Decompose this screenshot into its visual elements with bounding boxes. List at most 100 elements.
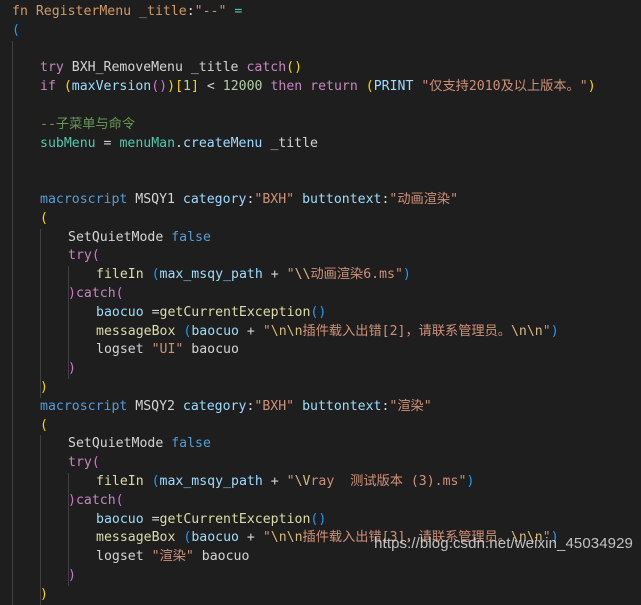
code-token: baocuo — [191, 530, 239, 546]
code-token: RegisterMenu — [35, 4, 132, 19]
code-token: ) — [318, 511, 327, 527]
code-token: ( — [365, 79, 374, 95]
code-line[interactable]: --子菜单与命令 — [0, 115, 641, 135]
code-token: < — [206, 79, 215, 95]
indent-guide — [12, 40, 13, 60]
indent-guide — [40, 341, 41, 361]
code-token: " — [286, 473, 295, 489]
code-token: _title — [139, 4, 187, 19]
code-editor-pane[interactable]: fn RegisterMenu _title:"--" =(try BXH_Re… — [0, 0, 641, 605]
code-line-text: ) — [12, 586, 48, 605]
code-token: catch — [246, 60, 287, 76]
code-token: \V — [294, 473, 311, 489]
code-token: = — [234, 4, 243, 19]
code-line-text: ) — [12, 360, 76, 379]
code-line[interactable]: ) — [0, 378, 641, 398]
code-line[interactable] — [0, 40, 641, 60]
code-line[interactable]: macroscript MSQY2 category:"BXH" buttont… — [0, 397, 641, 417]
code-line[interactable]: ( — [0, 416, 641, 436]
code-token: 12000 — [222, 79, 263, 95]
code-line[interactable]: try( — [0, 454, 641, 473]
code-line[interactable]: )catch( — [0, 284, 641, 304]
indent-guide — [40, 472, 41, 492]
code-line[interactable] — [0, 153, 641, 173]
code-line[interactable]: SetQuietMode false — [0, 228, 641, 248]
code-line[interactable]: ) — [0, 566, 641, 586]
code-line[interactable]: fileIn (max_msqy_path + "\\动画渲染6.ms") — [0, 266, 641, 285]
code-token: "BXH" — [254, 398, 295, 414]
code-line-text: ( — [12, 22, 20, 41]
code-line[interactable]: macroscript MSQY1 category:"BXH" buttont… — [0, 190, 641, 210]
code-token: ( — [12, 22, 20, 38]
code-token: ) — [402, 267, 411, 283]
code-token: ( — [151, 473, 160, 489]
code-line-text: --子菜单与命令 — [12, 116, 135, 135]
code-line[interactable]: ( — [0, 209, 641, 229]
code-line[interactable]: try( — [0, 247, 641, 267]
indent-guide — [12, 172, 13, 191]
code-token: ( — [151, 79, 160, 95]
code-line[interactable]: logset "UI" baocuo — [0, 341, 641, 361]
code-line[interactable] — [0, 96, 641, 116]
code-token: \n\n — [510, 323, 543, 339]
code-line[interactable]: fileIn (max_msqy_path + "\Vray 测试版本 (3).… — [0, 472, 641, 492]
indent-guide — [40, 435, 41, 455]
code-line-text: macroscript MSQY1 category:"BXH" buttont… — [12, 191, 458, 210]
code-line[interactable]: )catch( — [0, 491, 641, 511]
indent-guide — [12, 397, 13, 417]
code-line[interactable]: ) — [0, 585, 641, 605]
code-token: + — [246, 530, 255, 546]
code-token: --子菜单与命令 — [40, 116, 136, 132]
indent-guide — [68, 472, 69, 492]
code-token: messageBox — [96, 530, 176, 546]
code-token: " — [286, 267, 295, 283]
code-line[interactable]: subMenu = menuMan.createMenu _title — [0, 134, 641, 154]
code-token: fileIn — [96, 267, 144, 283]
code-line[interactable]: ) — [0, 360, 641, 379]
indent-guide — [40, 491, 41, 511]
code-token: logset — [96, 549, 144, 565]
code-token: getCurrentException — [159, 511, 311, 527]
indent-guide — [40, 454, 41, 473]
code-content[interactable]: fn RegisterMenu _title:"--" =(try BXH_Re… — [0, 3, 641, 605]
indent-guide — [12, 228, 13, 248]
code-token: messageBox — [96, 323, 176, 339]
code-line-text: logset "渲染" baocuo — [12, 548, 249, 567]
code-token: if — [40, 79, 56, 95]
code-line-text: ( — [12, 210, 48, 229]
code-token: false — [171, 229, 211, 245]
code-token: catch — [75, 285, 116, 301]
code-line[interactable]: fn RegisterMenu _title:"--" = — [0, 3, 641, 22]
code-token: ) — [68, 492, 76, 508]
code-token: return — [310, 79, 358, 95]
code-token: 1 — [183, 79, 191, 95]
code-token: " — [262, 530, 271, 546]
code-token: ) — [68, 361, 76, 377]
code-line[interactable]: baocuo =getCurrentException() — [0, 510, 641, 530]
code-token: macroscript — [40, 398, 128, 414]
indent-guide — [12, 454, 13, 473]
indent-guide — [12, 491, 13, 511]
code-line[interactable]: try BXH_RemoveMenu _title catch() — [0, 59, 641, 79]
code-token: macroscript — [40, 191, 128, 207]
code-line[interactable]: messageBox (baocuo + "\n\n插件载入出错[2]，请联系管… — [0, 322, 641, 342]
code-line[interactable]: if (maxVersion())[1] < 12000 then return… — [0, 78, 641, 97]
code-token: ( — [91, 248, 100, 264]
code-token: max_msqy_path — [159, 267, 263, 283]
code-line[interactable]: baocuo =getCurrentException() — [0, 303, 641, 323]
indent-guide — [12, 78, 13, 97]
code-line[interactable]: SetQuietMode false — [0, 435, 641, 455]
indent-guide — [68, 510, 69, 530]
code-token: 动画渲染6.ms" — [310, 267, 403, 283]
code-line[interactable]: ( — [0, 22, 641, 41]
watermark-url: https://blog.csdn.net/weixin_45034929 — [374, 535, 633, 552]
code-line-text: SetQuietMode false — [12, 435, 211, 454]
code-line[interactable] — [0, 172, 641, 191]
